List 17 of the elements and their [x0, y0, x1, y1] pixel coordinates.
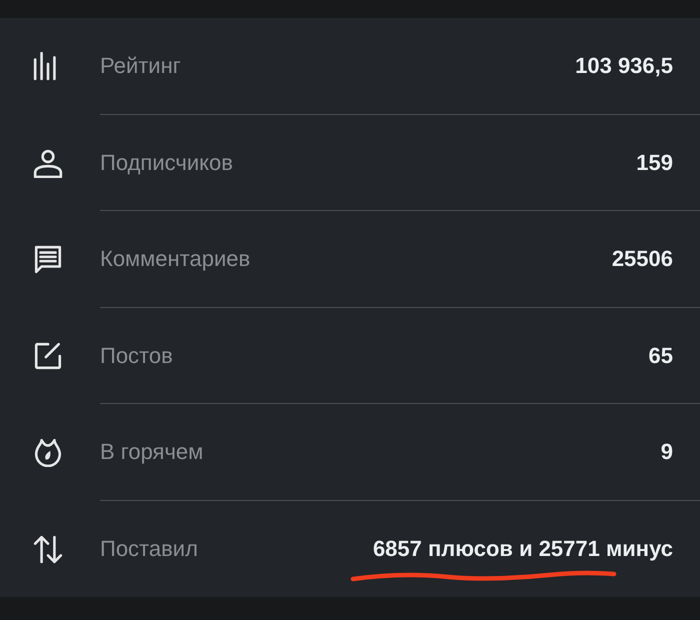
stat-value: 103 936,5 — [575, 52, 673, 80]
stat-label: В горячем — [100, 438, 204, 466]
user-icon — [33, 148, 63, 178]
stat-label: Подписчиков — [100, 148, 233, 177]
stat-label: Постов — [100, 342, 173, 370]
stat-value: 9 — [660, 438, 673, 466]
stat-label: Поставил — [100, 535, 198, 564]
stat-value: 65 — [648, 342, 673, 370]
sort-arrows-icon — [33, 534, 63, 564]
stat-value: 6857 плюсов и 25771 минус — [372, 532, 673, 566]
stat-label: Рейтинг — [100, 52, 181, 80]
stat-value: 25506 — [612, 245, 673, 274]
comment-icon — [33, 244, 63, 274]
stat-label: Комментариев — [100, 245, 250, 274]
stat-value: 159 — [636, 148, 673, 177]
edit-icon — [33, 340, 63, 371]
flame-icon — [33, 437, 63, 468]
